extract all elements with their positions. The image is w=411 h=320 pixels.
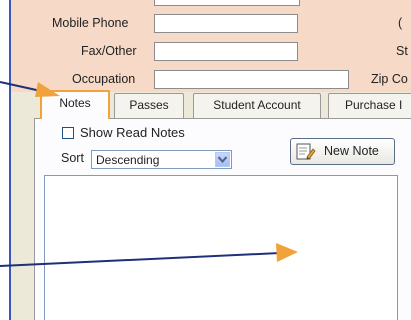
sort-dropdown[interactable]: Descending bbox=[91, 150, 232, 169]
fax-other-input[interactable] bbox=[154, 42, 298, 61]
chevron-down-icon[interactable] bbox=[215, 152, 230, 167]
mobile-phone-label: Mobile Phone bbox=[52, 16, 129, 30]
show-read-notes-label: Show Read Notes bbox=[80, 125, 185, 140]
sort-label: Sort bbox=[61, 151, 84, 165]
tab-notes[interactable]: Notes bbox=[40, 90, 110, 119]
fax-other-label: Fax/Other bbox=[81, 44, 137, 58]
new-note-label: New Note bbox=[324, 144, 379, 158]
tab-passes[interactable]: Passes bbox=[114, 93, 184, 118]
occupation-label: Occupation bbox=[72, 72, 136, 86]
right-column-label-1: ( bbox=[398, 16, 403, 30]
occupation-input[interactable] bbox=[154, 70, 349, 89]
notes-text-area[interactable] bbox=[44, 175, 398, 320]
show-read-notes-checkbox[interactable] bbox=[62, 127, 74, 139]
right-column-label-2: St bbox=[396, 44, 408, 58]
previous-field-input[interactable] bbox=[154, 0, 300, 6]
tab-student-account[interactable]: Student Account bbox=[193, 93, 321, 118]
tab-purchase[interactable]: Purchase I bbox=[328, 93, 411, 118]
right-column-label-3: Zip Co bbox=[371, 72, 408, 86]
sort-selected-value: Descending bbox=[96, 153, 160, 167]
mobile-phone-input[interactable] bbox=[154, 14, 298, 33]
window-margin bbox=[0, 0, 9, 320]
note-pencil-icon bbox=[296, 143, 316, 164]
new-note-button[interactable]: New Note bbox=[290, 138, 395, 165]
